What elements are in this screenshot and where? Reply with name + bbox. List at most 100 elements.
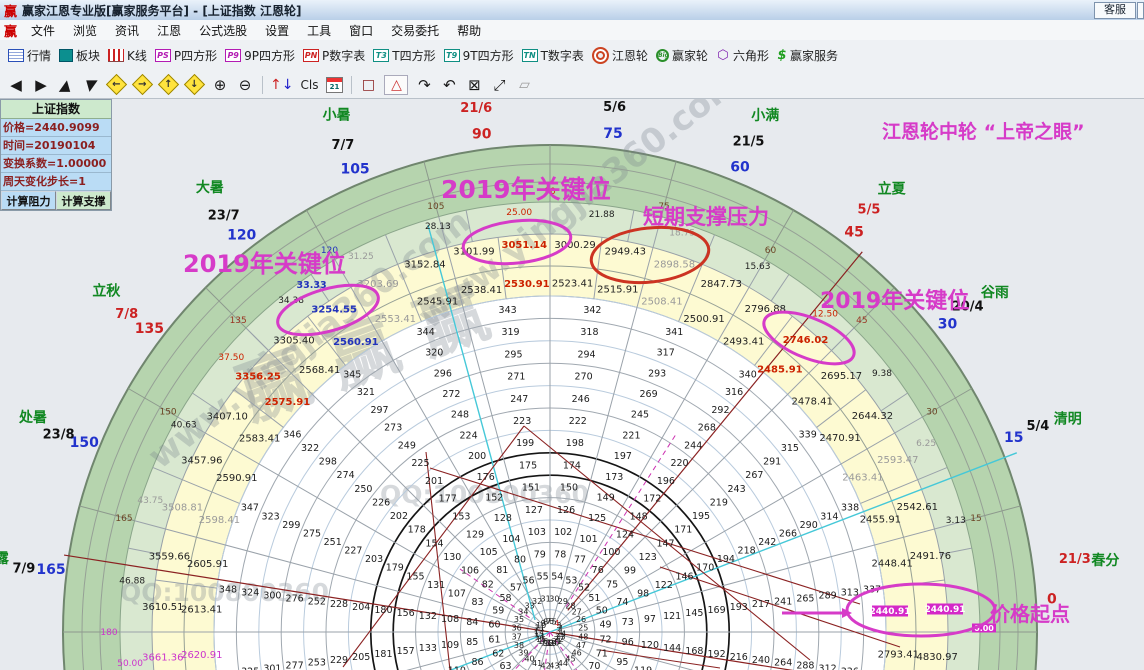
- toolbar-p-square[interactable]: PS P四方形: [154, 47, 217, 64]
- toolbar-quotes[interactable]: 行情: [8, 47, 51, 64]
- calc-resistance-button[interactable]: 计算阻力: [1, 191, 56, 210]
- svg-text:77: 77: [574, 555, 586, 566]
- menu-browse[interactable]: 浏览: [64, 22, 106, 39]
- svg-text:221: 221: [622, 430, 640, 441]
- svg-text:57: 57: [510, 583, 522, 594]
- svg-text:59: 59: [492, 606, 504, 617]
- updown-icon[interactable]: ↑ ↓: [270, 75, 293, 95]
- menu-window[interactable]: 窗口: [340, 22, 382, 39]
- menu-news[interactable]: 资讯: [106, 22, 148, 39]
- gann-wheel-chart[interactable]: www.yingjia360.comwww.yingjia360.comQQ:1…: [0, 0, 1144, 670]
- rotate-ccw-icon[interactable]: ↶: [440, 75, 458, 95]
- svg-text:170: 170: [696, 563, 714, 574]
- svg-text:7/9: 7/9: [13, 561, 36, 576]
- svg-text:2620.91: 2620.91: [181, 650, 222, 661]
- svg-text:129: 129: [466, 529, 484, 540]
- menu-tools[interactable]: 工具: [298, 22, 340, 39]
- toolbar-kline[interactable]: K线: [108, 47, 147, 64]
- svg-text:2470.91: 2470.91: [819, 433, 860, 444]
- svg-text:3508.81: 3508.81: [162, 503, 203, 514]
- customer-service-button[interactable]: 客服: [1094, 2, 1136, 19]
- svg-text:82: 82: [482, 579, 494, 590]
- menu-trade[interactable]: 交易委托: [382, 22, 448, 39]
- svg-text:131: 131: [427, 580, 445, 591]
- menu-settings[interactable]: 设置: [256, 22, 298, 39]
- expand-icon[interactable]: ⤢: [490, 75, 508, 95]
- calc-support-button[interactable]: 计算支撑: [56, 191, 111, 210]
- svg-text:99: 99: [624, 566, 636, 577]
- pan-up-icon[interactable]: ↑: [157, 73, 180, 96]
- calendar-icon[interactable]: 21: [325, 76, 343, 93]
- svg-text:243: 243: [728, 484, 746, 495]
- toolbar-gann-wheel[interactable]: 江恩轮: [591, 47, 648, 64]
- svg-text:45: 45: [856, 316, 867, 326]
- svg-text:108: 108: [441, 614, 459, 625]
- zoom-in-icon[interactable]: ⊕: [211, 75, 229, 95]
- svg-text:60: 60: [488, 620, 500, 631]
- toolbar-service[interactable]: $ 赢家服务: [777, 47, 838, 64]
- menu-file[interactable]: 文件: [22, 22, 64, 39]
- down-pointer-icon[interactable]: ▼: [80, 75, 102, 95]
- svg-text:246: 246: [572, 394, 590, 405]
- svg-text:62: 62: [492, 648, 504, 659]
- toolbar-9t-square[interactable]: T9 9T四方形: [443, 47, 514, 64]
- svg-text:50.00: 50.00: [117, 659, 143, 669]
- svg-text:100: 100: [602, 547, 620, 558]
- coefficient-row: 变换系数=1.00000: [1, 155, 111, 173]
- svg-text:2949.43: 2949.43: [605, 246, 646, 257]
- svg-text:133: 133: [419, 643, 437, 654]
- svg-text:299: 299: [282, 520, 300, 531]
- svg-text:248: 248: [451, 410, 469, 421]
- toolbar-9p-square[interactable]: P9 9P四方形: [225, 47, 295, 64]
- toolbar-t-table[interactable]: TN T数字表: [521, 47, 584, 64]
- p-square-icon: PS: [154, 49, 171, 62]
- svg-text:56: 56: [523, 575, 535, 586]
- svg-text:301: 301: [263, 664, 281, 670]
- svg-text:60: 60: [730, 159, 750, 175]
- svg-text:107: 107: [448, 588, 466, 599]
- svg-text:2542.61: 2542.61: [897, 502, 938, 513]
- next-arrow-icon[interactable]: ▶: [32, 75, 50, 95]
- svg-text:105: 105: [480, 547, 498, 558]
- cls-button[interactable]: Cls: [300, 75, 318, 95]
- svg-text:296: 296: [434, 368, 452, 379]
- pan-down-icon[interactable]: ↓: [183, 73, 206, 96]
- p-table-icon: PN: [303, 49, 320, 62]
- board-icon[interactable]: ▱: [515, 75, 533, 95]
- menu-formula-stock[interactable]: 公式选股: [190, 22, 256, 39]
- toolbar-sectors[interactable]: 板块: [59, 47, 100, 64]
- svg-text:179: 179: [386, 563, 404, 574]
- zoom-out-icon[interactable]: ⊖: [236, 75, 254, 95]
- svg-text:101: 101: [580, 534, 598, 545]
- pan-right-icon[interactable]: →: [131, 73, 154, 96]
- toolbar-p-table[interactable]: PN P数字表: [303, 47, 365, 64]
- svg-text:104: 104: [502, 534, 520, 545]
- toolbar-winner-wheel[interactable]: Big 赢家轮: [655, 47, 708, 64]
- toolbar-hexagon[interactable]: ⬡ 六角形: [716, 47, 769, 64]
- svg-text:290: 290: [800, 520, 818, 531]
- window-control-button[interactable]: [1137, 2, 1144, 19]
- svg-text:340: 340: [739, 369, 757, 380]
- pan-left-icon[interactable]: ←: [105, 73, 128, 96]
- triangle-tool-icon[interactable]: △: [384, 74, 409, 95]
- svg-text:154: 154: [425, 538, 443, 549]
- up-pointer-icon[interactable]: ▲: [55, 75, 77, 95]
- menu-help[interactable]: 帮助: [448, 22, 490, 39]
- svg-text:清明: 清明: [1054, 411, 1082, 428]
- rotate-cw-icon[interactable]: ↷: [415, 75, 433, 95]
- toolbar-t-square[interactable]: T3 T四方形: [373, 47, 436, 64]
- svg-text:271: 271: [507, 372, 525, 383]
- marquee-icon[interactable]: ⊠: [465, 75, 483, 95]
- svg-text:58: 58: [500, 593, 512, 604]
- title-bar: 赢 赢家江恩专业版[赢家服务平台] - [上证指数 江恩轮] 客服: [0, 0, 1144, 21]
- quote-grid-icon: [8, 49, 24, 62]
- prev-arrow-icon[interactable]: ◀: [7, 75, 25, 95]
- t-table-icon: TN: [521, 49, 538, 62]
- svg-text:2493.41: 2493.41: [723, 337, 764, 348]
- svg-text:71: 71: [596, 648, 608, 659]
- svg-text:2019年关键位: 2019年关键位: [441, 175, 611, 204]
- menu-gann[interactable]: 江恩: [148, 22, 190, 39]
- svg-text:172: 172: [643, 494, 661, 505]
- rect-tool-icon[interactable]: □: [359, 75, 377, 95]
- window-title: 赢家江恩专业版[赢家服务平台] - [上证指数 江恩轮]: [22, 3, 302, 18]
